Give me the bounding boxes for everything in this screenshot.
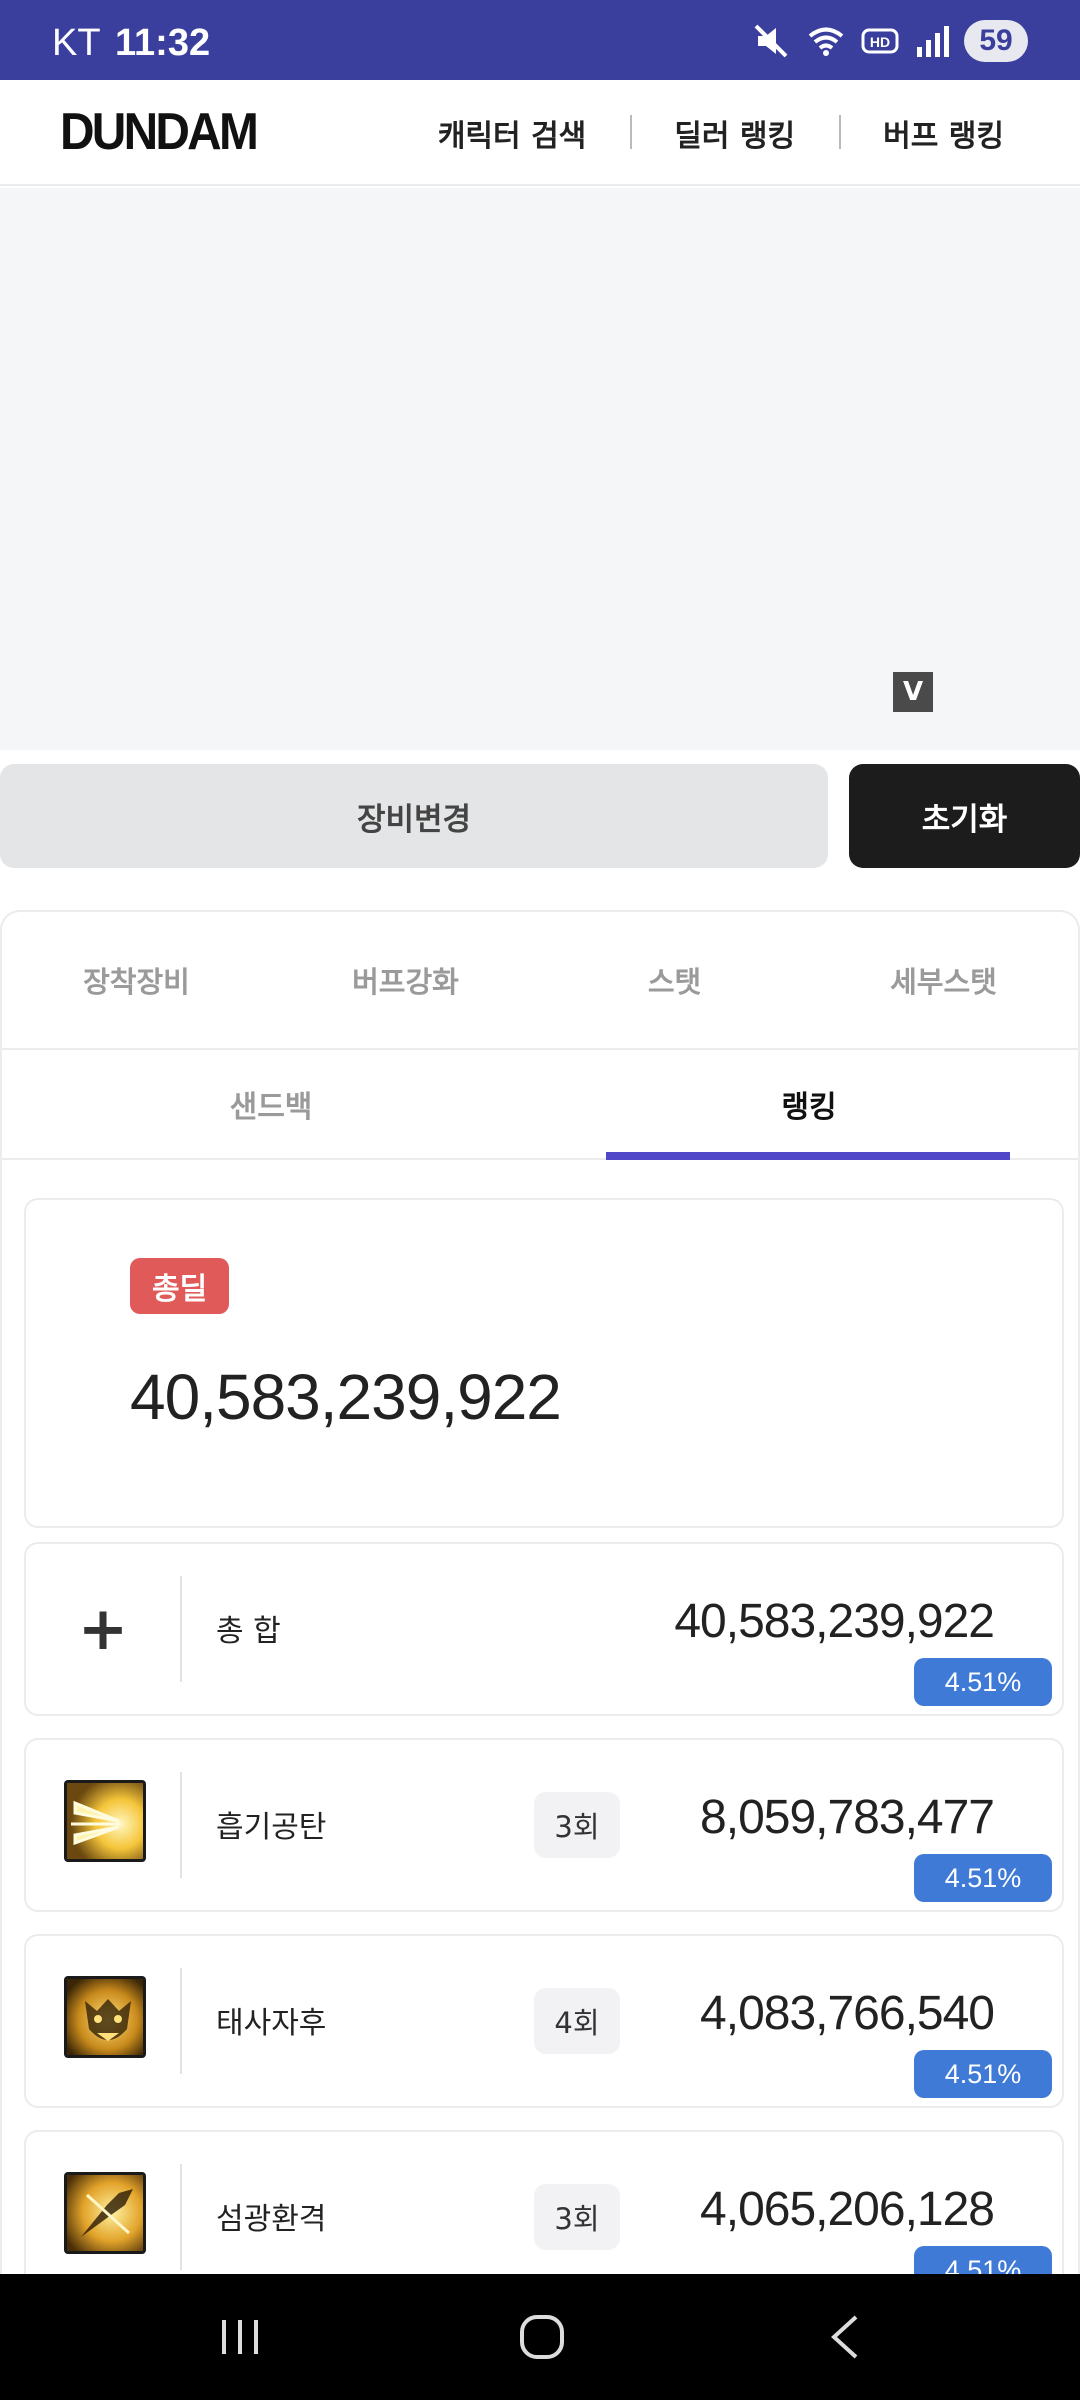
- wifi-icon: [808, 27, 844, 56]
- svg-text:HD: HD: [870, 34, 890, 50]
- total-damage-value: 40,583,239,922: [130, 1361, 562, 1433]
- tab-ranking[interactable]: 랭킹: [540, 1050, 1078, 1160]
- signal-icon: [917, 26, 949, 57]
- tab-stats[interactable]: 스탯: [540, 912, 809, 1048]
- skill-name: 섬광환격: [216, 2202, 327, 2237]
- plus-icon[interactable]: +: [78, 1594, 128, 1664]
- row-divider: [180, 1968, 182, 2074]
- site-logo[interactable]: DUNDAM: [60, 102, 259, 162]
- row-divider: [180, 1772, 182, 1878]
- skill-name: 흡기공탄: [216, 1810, 327, 1845]
- ad-banner[interactable]: [0, 188, 1080, 750]
- skill-damage: 4,065,206,128: [700, 2183, 995, 2236]
- row-divider: [180, 2164, 182, 2270]
- skill-damage: 40,583,239,922: [674, 1595, 995, 1648]
- skill-hit-count: 3회: [534, 1792, 620, 1858]
- sub-tabs: 샌드백 랭킹: [2, 1050, 1078, 1160]
- recent-apps-icon[interactable]: [210, 2312, 270, 2362]
- skill-name: 총 합: [216, 1614, 281, 1649]
- skill-name: 태사자후: [216, 2006, 327, 2041]
- skill-row[interactable]: 흡기공탄 3회 8,059,783,477 4.51%: [24, 1738, 1064, 1912]
- battery-indicator: 59: [964, 20, 1028, 62]
- status-bar: KT 11:32 HD 59: [0, 0, 1080, 80]
- stats-panel: 장착장비 버프강화 스탯 세부스탯 샌드백 랭킹 총딜 40,583,239,9…: [0, 910, 1080, 2290]
- row-divider: [180, 1576, 182, 1682]
- mute-icon: [754, 24, 788, 58]
- skill-icon-flash-strike: [64, 2172, 146, 2254]
- skill-percent-badge: 4.51%: [914, 1854, 1052, 1902]
- skill-damage: 8,059,783,477: [700, 1791, 995, 1844]
- status-icons: HD 59: [752, 18, 1028, 64]
- total-damage-badge: 총딜: [130, 1258, 230, 1314]
- system-nav-bar: [0, 2274, 1080, 2400]
- tab-buff-enhance[interactable]: 버프강화: [271, 912, 540, 1048]
- skill-percent-badge: 4.51%: [914, 1658, 1052, 1706]
- total-damage-card: 총딜 40,583,239,922: [24, 1198, 1064, 1528]
- carrier-label: KT: [52, 22, 101, 64]
- top-tabs: 장착장비 버프강화 스탯 세부스탯: [2, 912, 1078, 1050]
- home-icon[interactable]: [512, 2312, 572, 2362]
- nav-buff-ranking[interactable]: 버프 랭킹: [839, 111, 1080, 155]
- status-time: 11:32: [115, 22, 211, 64]
- skill-row-total[interactable]: + 총 합 40,583,239,922 4.51%: [24, 1542, 1064, 1716]
- skill-icon-tiger-roar: [64, 1976, 146, 2058]
- nav-character-search[interactable]: 캐릭터 검색: [394, 111, 630, 155]
- skill-hit-count: 4회: [534, 1988, 620, 2054]
- tab-detailed-stats[interactable]: 세부스탯: [809, 912, 1078, 1048]
- hd-icon: HD: [861, 28, 899, 54]
- skill-icon-burst: [64, 1780, 146, 1862]
- tab-sandbag[interactable]: 샌드백: [2, 1050, 540, 1158]
- skill-row[interactable]: 태사자후 4회 4,083,766,540 4.51%: [24, 1934, 1064, 2108]
- site-header: DUNDAM 캐릭터 검색 딜러 랭킹 버프 랭킹: [0, 80, 1080, 186]
- skill-damage: 4,083,766,540: [700, 1987, 995, 2040]
- tab-equipped-gear[interactable]: 장착장비: [2, 912, 271, 1048]
- skill-hit-count: 3회: [534, 2184, 620, 2250]
- ad-info-badge[interactable]: V: [893, 672, 933, 712]
- skill-percent-badge: 4.51%: [914, 2050, 1052, 2098]
- header-nav: 캐릭터 검색 딜러 랭킹 버프 랭킹: [394, 80, 1080, 186]
- skill-row[interactable]: 섬광환격 3회 4,065,206,128 4.51%: [24, 2130, 1064, 2288]
- reset-button[interactable]: 초기화: [849, 764, 1080, 868]
- back-icon[interactable]: [816, 2312, 876, 2362]
- change-equipment-button[interactable]: 장비변경: [0, 764, 828, 868]
- nav-dealer-ranking[interactable]: 딜러 랭킹: [630, 111, 839, 155]
